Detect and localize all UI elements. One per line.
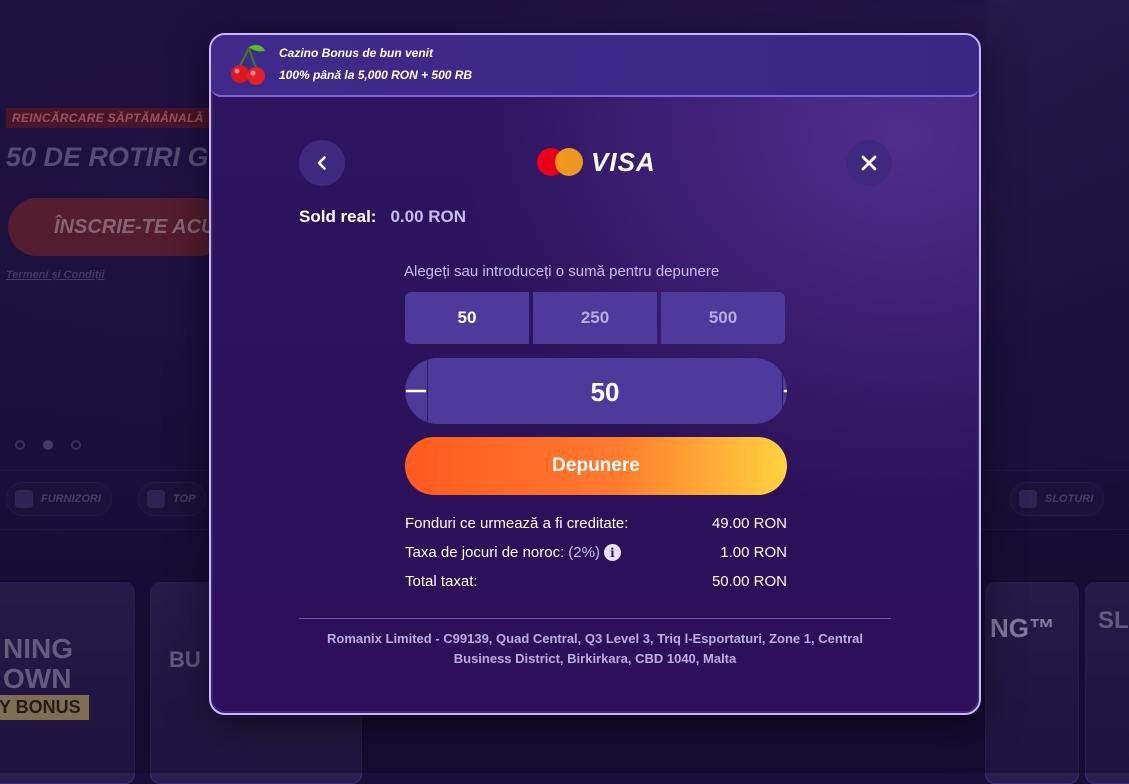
amount-prompt: Alegeți sau introduceți o sumă pentru de… [404,263,720,280]
credited-label: Fonduri ce urmează a fi creditate: [405,515,629,532]
real-balance: Sold real: 0.00 RON [299,207,466,227]
amount-stepper [405,358,787,424]
amount-input[interactable] [428,358,782,424]
back-button[interactable] [299,140,345,186]
chevron-left-icon [317,156,326,170]
decrease-amount-button[interactable] [405,358,428,424]
deposit-summary: Fonduri ce urmează a fi creditate: 49.00… [405,509,787,596]
deposit-modal: Cazino Bonus de bun venit 100% până la 5… [209,33,981,715]
tax-label: Taxa de jocuri de noroc: [405,544,565,561]
preset-500-button[interactable]: 500 [661,292,785,344]
minus-icon [405,389,427,393]
total-label: Total taxat: [405,573,478,590]
visa-logo-text: VISA [591,146,656,177]
bonus-subtitle: 100% până la 5,000 RON + 500 RB [279,68,473,82]
info-icon[interactable]: i [603,544,621,561]
cherry-icon [231,44,265,85]
mastercard-icon [537,148,583,176]
preset-250-button[interactable]: 250 [533,292,657,344]
summary-row-credited: Fonduri ce urmează a fi creditate: 49.00… [405,509,787,538]
tax-label-group: Taxa de jocuri de noroc: (2%) i [405,544,621,561]
total-value: 50.00 RON [711,573,787,590]
summary-row-total: Total taxat: 50.00 RON [405,567,787,596]
deposit-button[interactable]: Depunere [405,437,787,495]
payment-brand-logo: VISA [537,147,656,177]
bonus-title: Cazino Bonus de bun venit [279,46,434,60]
divider [299,618,891,619]
amount-presets: 50 250 500 [405,292,785,344]
close-button[interactable] [846,140,892,186]
tax-percent: (2%) [568,544,600,561]
increase-amount-button[interactable] [782,358,787,424]
tax-value: 1.00 RON [720,544,787,561]
balance-label: Sold real: [299,207,377,226]
summary-row-tax: Taxa de jocuri de noroc: (2%) i 1.00 RON [405,538,787,567]
company-legal-text: Romanix Limited - C99139, Quad Central, … [326,631,864,666]
close-icon [861,155,877,171]
credited-value: 49.00 RON [711,515,787,532]
balance-value: 0.00 RON [390,207,467,226]
plus-icon [783,389,787,393]
welcome-bonus-banner[interactable]: Cazino Bonus de bun venit 100% până la 5… [211,35,979,97]
preset-50-button[interactable]: 50 [405,292,529,344]
